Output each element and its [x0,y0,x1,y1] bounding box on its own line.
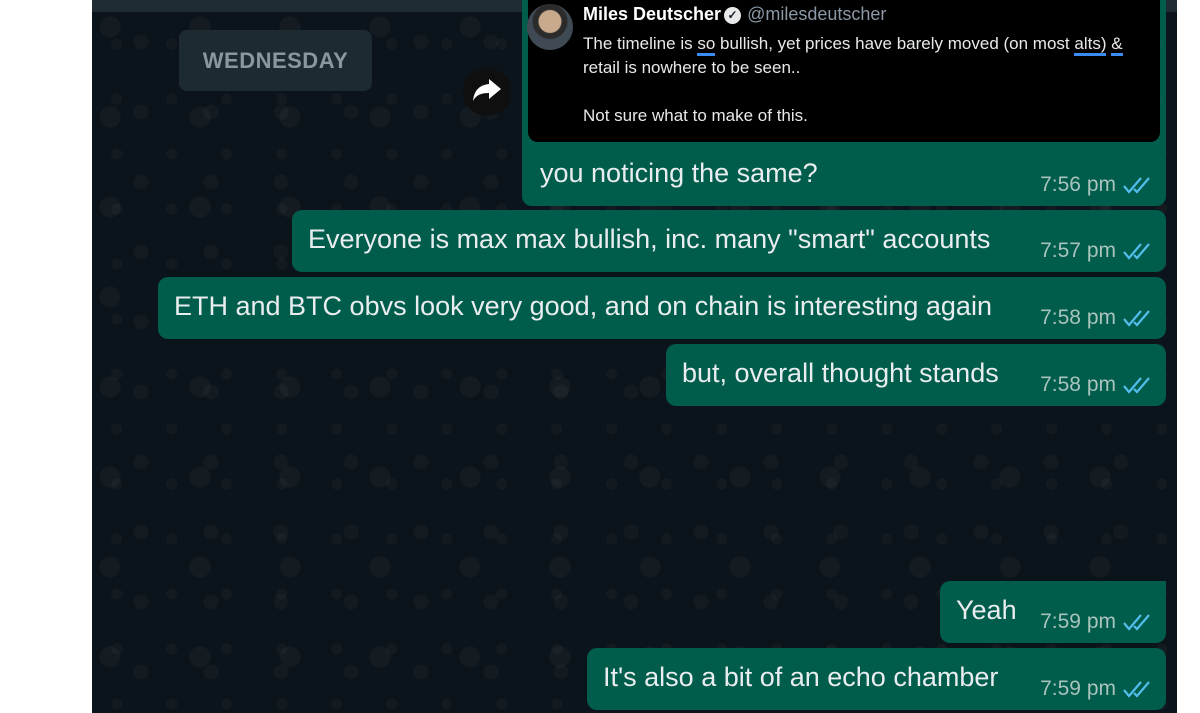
message-meta: 7:56 pm [1040,173,1154,197]
tweet-text-line-2: retail is nowhere to be seen.. [583,58,801,77]
tweet-handle: @milesdeutscher [747,4,887,24]
message-bubble[interactable]: ETH and BTC obvs look very good, and on … [158,277,1166,339]
message-time: 7:57 pm [1040,239,1116,262]
message-time: 7:59 pm [1040,610,1116,633]
read-ticks-icon [1122,612,1154,632]
message-text: It's also a bit of an echo chamber [603,662,999,692]
window-edge [1177,0,1200,713]
message-bubble[interactable]: but, overall thought stands 7:58 pm [666,344,1166,406]
message-bubble[interactable]: you noticing the same? 7:56 pm [522,142,1166,206]
message-time: 7:58 pm [1040,306,1116,329]
read-ticks-icon [1122,175,1154,195]
date-separator: WEDNESDAY [179,30,372,91]
read-ticks-icon [1122,679,1154,699]
message-bubble[interactable]: Everyone is max max bullish, inc. many "… [292,210,1166,272]
message-meta: 7:59 pm [1040,610,1154,634]
message-meta: 7:58 pm [1040,306,1154,330]
verified-badge-icon: ✓ [724,6,742,24]
tweet-text-line-1: The timeline is so bullish, yet prices h… [583,34,1123,56]
avatar [527,4,573,50]
message-bubble[interactable]: It's also a bit of an echo chamber 7:59 … [587,648,1166,710]
message-time: 7:59 pm [1040,677,1116,700]
message-text: but, overall thought stands [682,358,999,388]
read-ticks-icon [1122,375,1154,395]
forward-arrow-icon [472,77,502,108]
tweet-text-line-3: Not sure what to make of this. [583,106,808,125]
message-meta: 7:59 pm [1040,677,1154,701]
forward-button[interactable] [463,68,511,116]
message-meta: 7:58 pm [1040,373,1154,397]
message-bubble[interactable]: Yeah 7:59 pm [940,581,1166,643]
read-ticks-icon [1122,241,1154,261]
message-text: you noticing the same? [540,158,818,188]
tweet-author: Miles Deutscher ✓ @milesdeutscher [583,4,887,24]
message-time: 7:56 pm [1040,173,1116,196]
message-time: 7:58 pm [1040,373,1116,396]
message-text: ETH and BTC obvs look very good, and on … [174,291,992,321]
message-text: Everyone is max max bullish, inc. many "… [308,224,991,254]
read-ticks-icon [1122,308,1154,328]
message-meta: 7:57 pm [1040,239,1154,263]
message-text: Yeah [956,595,1017,625]
